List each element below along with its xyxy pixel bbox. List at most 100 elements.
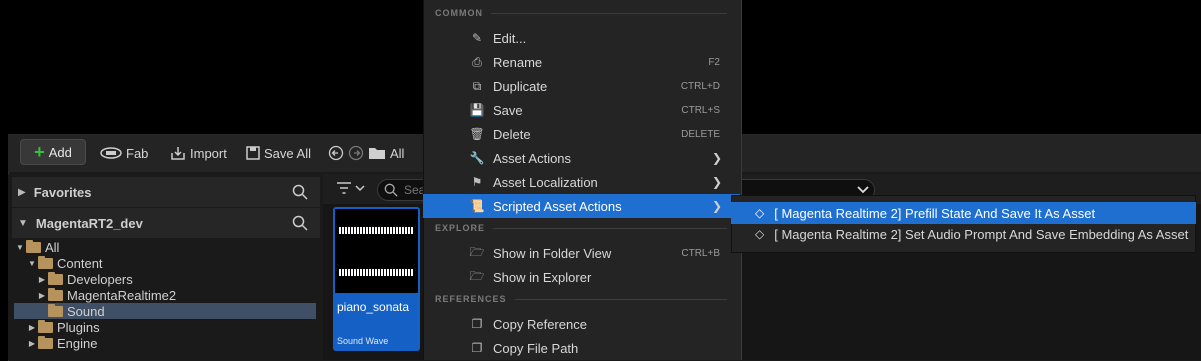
tree-item-content[interactable]: ▼ Content [14,255,316,271]
shortcut-label: CTRL+S [681,104,720,116]
submenu-item-prefill-state[interactable]: ◇ [ Magenta Realtime 2] Prefill State An… [731,202,1196,224]
add-button[interactable]: + Add [20,139,86,165]
waveform-icon [339,227,414,234]
menu-item-label: Copy Reference [493,316,587,332]
trash-icon: 🗑 [469,127,485,141]
menu-item-scripted-asset-actions[interactable]: 📜 Scripted Asset Actions ❯ [423,194,740,218]
menu-item-save[interactable]: 💾 Save CTRL+S [423,98,740,122]
project-header[interactable]: ▼ MagentaRT2_dev [12,208,320,238]
tree-item-label: MagentaRealtime2 [67,287,177,303]
rename-icon: ⎙ [472,54,482,69]
collapse-arrow-icon: ▼ [16,242,24,252]
section-label: EXPLORE [435,223,486,233]
folder-icon [48,303,63,317]
import-icon [171,147,185,160]
menu-item-copy-reference[interactable]: ❐ Copy Reference [423,312,740,336]
search-icon[interactable] [292,184,308,200]
menu-item-copy-file-path[interactable]: ❐ Copy File Path [423,336,740,360]
menu-item-label: Show in Explorer [493,269,592,285]
blueprint-function-icon: ◇ [755,227,765,241]
folder-icon [38,335,53,349]
menu-item-rename[interactable]: ⎙ Rename F2 [423,50,740,74]
menu-item-label: Delete [493,126,531,142]
expand-arrow-icon: ▶ [38,290,46,300]
asset-name: piano_sonata [337,300,410,314]
chevron-down-icon [355,185,365,192]
tree-item-label: Sound [67,303,105,319]
tree-item-all[interactable]: ▼ All [14,239,316,255]
copy-icon: ❐ [471,317,483,331]
fab-button[interactable]: Fab [100,143,148,163]
folder-open-icon [26,239,41,253]
waveform-thumbnail [335,209,418,293]
chevron-down-icon[interactable] [857,185,869,194]
search-icon[interactable] [292,215,308,231]
section-label: COMMON [435,8,483,18]
save-all-label: Save All [264,145,311,161]
forward-arrow-icon[interactable] [348,145,364,161]
folder-icon [38,319,53,333]
favorites-header[interactable]: ▶ Favorites [12,177,320,207]
submenu-item-label: [ Magenta Realtime 2] Prefill State And … [774,205,1096,221]
add-label: Add [48,144,72,160]
section-label: REFERENCES [435,294,507,304]
tree-item-magentarealtime2[interactable]: ▶ MagentaRealtime2 [14,287,316,303]
tree-item-label: Content [57,255,103,271]
plus-icon: + [34,142,45,162]
shortcut-label: F2 [708,56,720,68]
menu-item-asset-actions[interactable]: 🔧 Asset Actions ❯ [423,146,740,170]
chevron-right-icon: ❯ [711,151,722,165]
folder-icon [369,148,385,159]
shortcut-label: CTRL+B [681,247,720,259]
menu-item-label: Rename [493,54,543,70]
expand-arrow-icon: ▶ [38,274,46,284]
shortcut-label: DELETE [681,128,720,140]
breadcrumb-all[interactable]: All [390,146,404,161]
expand-arrow-icon: ▶ [18,186,26,198]
search-icon [384,183,398,197]
favorites-label: Favorites [33,184,92,200]
tree-item-label: Engine [57,335,98,351]
filter-button[interactable] [336,181,365,195]
blueprint-function-icon: ◇ [755,206,765,220]
folder-search-icon: 🗁 [469,244,485,259]
fab-icon [100,147,122,159]
chevron-right-icon: ❯ [711,199,722,213]
tree-item-engine[interactable]: ▶ Engine [14,335,316,351]
tree-item-developers[interactable]: ▶ Developers [14,271,316,287]
tree-item-label: Developers [67,271,133,287]
menu-item-label: Asset Actions [493,150,572,166]
folder-open-icon [38,255,53,269]
menu-item-label: Show in Folder View [493,245,612,261]
menu-item-asset-localization[interactable]: ⚑ Asset Localization ❯ [423,170,740,194]
collapse-arrow-icon: ▼ [28,258,36,268]
script-icon: 📜 [469,199,485,213]
menu-item-show-in-folder-view[interactable]: 🗁 Show in Folder View CTRL+B [423,241,740,265]
save-icon: 💾 [469,103,485,117]
submenu-item-label: [ Magenta Realtime 2] Set Audio Prompt A… [774,226,1189,242]
menu-item-edit[interactable]: ✎ Edit... [423,26,740,50]
import-label: Import [190,145,227,161]
submenu-item-set-audio-prompt[interactable]: ◇ [ Magenta Realtime 2] Set Audio Prompt… [731,223,1196,245]
chevron-right-icon: ❯ [711,175,722,189]
tree-item-plugins[interactable]: ▶ Plugins [14,319,316,335]
project-label: MagentaRT2_dev [35,215,143,231]
shortcut-label: CTRL+D [680,80,720,92]
expand-arrow-icon: ▶ [28,338,36,348]
menu-item-label: Copy File Path [493,340,579,356]
menu-item-label: Asset Localization [493,174,598,190]
menu-item-delete[interactable]: 🗑 Delete DELETE [423,122,740,146]
menu-item-show-in-explorer[interactable]: 🗁 Show in Explorer [423,265,740,289]
expand-arrow-icon: ▶ [28,322,36,332]
folder-search-icon: 🗁 [469,268,485,283]
section-common: COMMON [435,8,727,18]
import-button[interactable]: Import [170,143,227,163]
save-all-button[interactable]: Save All [246,143,311,163]
tree-item-sound[interactable]: Sound [14,303,316,319]
tree-item-label: All [45,239,60,255]
menu-item-duplicate[interactable]: ⧉ Duplicate CTRL+D [423,74,740,98]
back-arrow-icon[interactable] [328,145,344,161]
save-all-icon [246,146,260,160]
folder-icon [48,271,63,285]
flag-icon: ⚑ [471,175,483,189]
